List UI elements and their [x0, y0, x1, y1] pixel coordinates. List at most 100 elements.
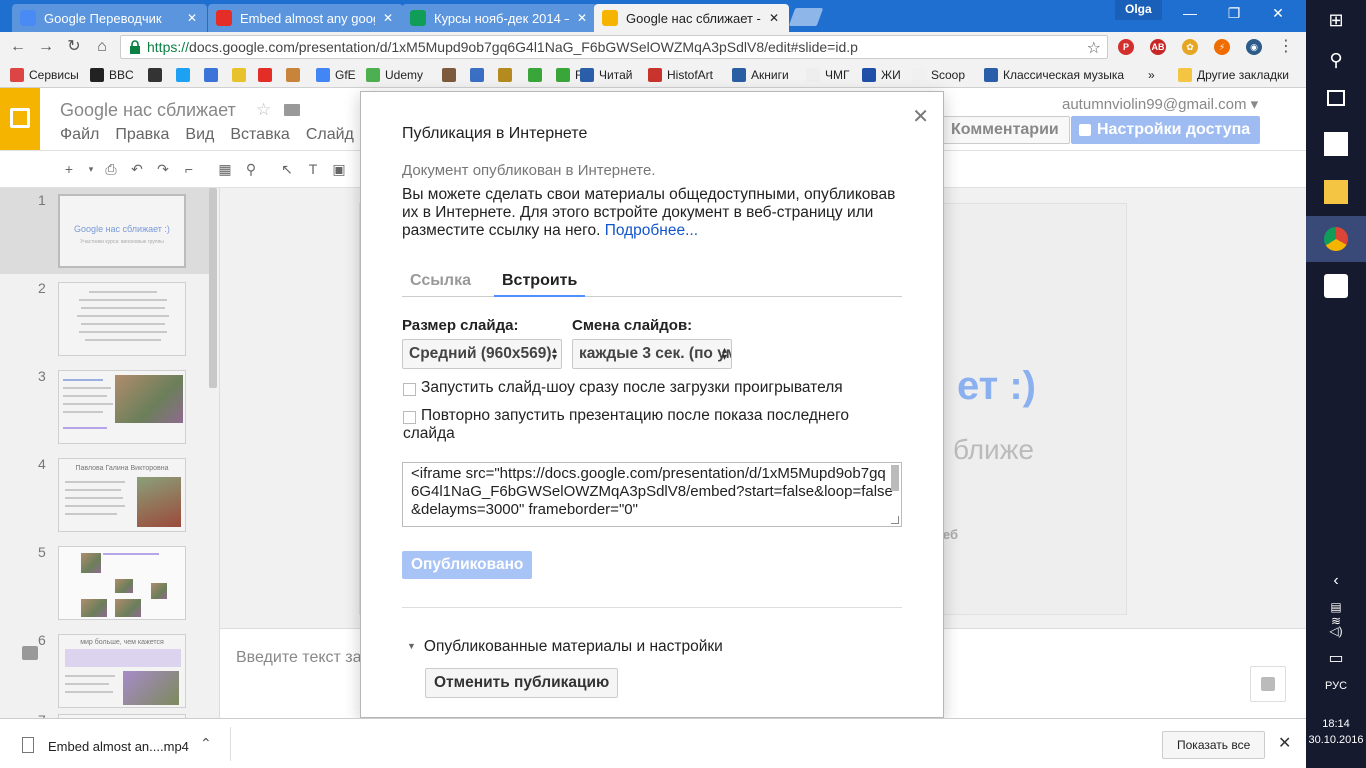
bookmark-item[interactable]: [442, 67, 461, 83]
maximize-icon[interactable]: ❐: [1222, 4, 1246, 22]
print-icon[interactable]: ⎙: [102, 160, 120, 178]
network-icon[interactable]: ▤ ≋: [1324, 600, 1348, 628]
published-settings-toggle[interactable]: ▼ Опубликованные материалы и настройки: [407, 638, 723, 656]
clock[interactable]: 18:14 30.10.2016: [1306, 716, 1366, 748]
embed-code-textarea[interactable]: <iframe src="https://docs.google.com/pre…: [402, 462, 902, 527]
undo-icon[interactable]: ↶: [128, 160, 146, 178]
bookmark-item[interactable]: Классическая музыка: [984, 67, 1124, 83]
learn-more-link[interactable]: Подробнее...: [605, 222, 698, 239]
language-indicator[interactable]: РУС: [1306, 680, 1366, 692]
slide-thumb-row[interactable]: 6 мир больше, чем кажется: [0, 628, 210, 714]
star-icon[interactable]: ☆: [256, 100, 271, 120]
explore-button[interactable]: [1250, 666, 1286, 702]
folder-icon[interactable]: [1324, 180, 1348, 204]
eye-icon[interactable]: ◉: [1246, 39, 1262, 55]
extension-icon[interactable]: ✿: [1182, 39, 1198, 55]
bookmarks-overflow-button[interactable]: »: [1148, 67, 1155, 83]
tab-embed[interactable]: Встроить: [494, 272, 586, 297]
slide-thumb-row[interactable]: 2: [0, 276, 210, 362]
volume-icon[interactable]: ◁): [1324, 624, 1348, 648]
slide-change-select[interactable]: каждые 3 сек. (по умолчанию) ▴▾: [572, 339, 732, 369]
address-bar[interactable]: https://docs.google.com/presentation/d/1…: [120, 35, 1108, 59]
menu-insert[interactable]: Вставка: [230, 126, 289, 144]
slide-small-text[interactable]: еб: [943, 527, 958, 542]
adblock-icon[interactable]: AB: [1150, 39, 1166, 55]
document-title[interactable]: Google нас сближает: [60, 100, 236, 121]
bookmark-star-icon[interactable]: ☆: [1087, 38, 1101, 58]
app-icon[interactable]: [1324, 274, 1348, 298]
bookmark-item[interactable]: Акниги: [732, 67, 789, 83]
textarea-scrollbar[interactable]: [891, 465, 899, 491]
task-view-icon[interactable]: [1327, 90, 1345, 106]
tab-slides[interactable]: Google нас сближает - G ✕: [594, 4, 789, 32]
bookmark-item[interactable]: GfE: [316, 67, 356, 83]
bookmark-item[interactable]: HistofArt: [648, 67, 713, 83]
bookmark-item[interactable]: [528, 67, 547, 83]
reload-icon[interactable]: ↻: [64, 37, 84, 57]
close-window-icon[interactable]: ✕: [1266, 4, 1290, 22]
taskbar-chrome[interactable]: [1306, 216, 1366, 262]
close-icon[interactable]: ✕: [185, 11, 199, 25]
bookmark-item[interactable]: [286, 67, 305, 83]
menu-edit[interactable]: Правка: [115, 126, 169, 144]
bookmark-item[interactable]: [258, 67, 277, 83]
filmstrip-scrollbar[interactable]: [209, 188, 217, 388]
menu-icon[interactable]: ⋮: [1276, 37, 1296, 57]
bookmark-item[interactable]: [204, 67, 223, 83]
forward-icon[interactable]: →: [36, 37, 56, 57]
profile-button[interactable]: Olga: [1115, 0, 1162, 20]
redo-icon[interactable]: ↷: [154, 160, 172, 178]
tab-link[interactable]: Ссылка: [410, 272, 471, 290]
bookmark-item[interactable]: Читай: [580, 67, 632, 83]
fit-icon[interactable]: ▦: [216, 160, 234, 178]
slide-thumbnail[interactable]: [58, 546, 186, 620]
bookmark-item[interactable]: [232, 67, 251, 83]
bookmark-item[interactable]: [148, 67, 167, 83]
home-icon[interactable]: ⌂: [92, 37, 112, 57]
slide-thumbnail[interactable]: [58, 282, 186, 356]
slide-thumbnail[interactable]: мир больше, чем кажется: [58, 634, 186, 708]
paint-format-icon[interactable]: ⌐: [180, 160, 198, 178]
published-button[interactable]: Опубликовано: [402, 551, 533, 579]
dock-icon[interactable]: [22, 646, 38, 660]
slide-size-select[interactable]: Средний (960x569) ▴ ▾: [402, 339, 562, 369]
slide-thumb-row[interactable]: 5: [0, 540, 210, 626]
minimize-icon[interactable]: —: [1178, 4, 1202, 22]
other-bookmarks[interactable]: Другие закладки: [1178, 67, 1289, 83]
account-email[interactable]: autumnviolin99@gmail.com ▾: [1062, 95, 1258, 113]
new-slide-icon[interactable]: +: [60, 160, 78, 178]
slide-thumb-row[interactable]: 1 Google нас сближает :) Участники курса…: [0, 188, 210, 274]
close-icon[interactable]: ✕: [1278, 733, 1291, 753]
menu-view[interactable]: Вид: [185, 126, 214, 144]
textbox-icon[interactable]: T: [304, 160, 322, 178]
new-tab-button[interactable]: [788, 8, 824, 26]
search-icon[interactable]: ⚲: [1324, 50, 1348, 74]
chevron-left-icon[interactable]: ‹: [1324, 572, 1348, 596]
tab-translate[interactable]: Google Переводчик ✕: [12, 4, 207, 32]
share-button[interactable]: Настройки доступа: [1071, 116, 1261, 144]
tab-youtube[interactable]: Embed almost any goog ✕: [208, 4, 403, 32]
extension-icon[interactable]: ⚡: [1214, 39, 1230, 55]
tab-drive[interactable]: Курсы нояб-дек 2014 – ✕: [402, 4, 597, 32]
download-item[interactable]: Embed almost an....mp4: [48, 739, 189, 754]
slide-thumbnail[interactable]: Google нас сближает :) Участники курса: …: [58, 194, 186, 268]
windows-start-icon[interactable]: ⊞: [1324, 10, 1348, 34]
slide-thumb-row[interactable]: 4 Павлова Галина Викторовна: [0, 452, 210, 538]
bookmark-item[interactable]: Сервисы: [10, 67, 79, 83]
slide-subtitle[interactable]: ближе: [953, 434, 1034, 466]
slide-title[interactable]: ет :): [957, 364, 1036, 409]
chevron-down-icon[interactable]: ▾: [82, 160, 100, 178]
slide-thumb-row[interactable]: 7: [0, 708, 210, 718]
store-icon[interactable]: [1324, 132, 1348, 156]
chevron-up-icon[interactable]: ⌃: [200, 735, 212, 752]
slide-thumb-row[interactable]: 3: [0, 364, 210, 450]
menu-file[interactable]: Файл: [60, 126, 99, 144]
bookmark-item[interactable]: Udemy: [366, 67, 423, 83]
bookmark-item[interactable]: [498, 67, 517, 83]
show-all-button[interactable]: Показать все: [1162, 731, 1266, 759]
autostart-checkbox[interactable]: [403, 383, 416, 396]
menu-slide[interactable]: Слайд: [306, 126, 354, 144]
unpublish-button[interactable]: Отменить публикацию: [425, 668, 619, 698]
pinterest-icon[interactable]: P: [1118, 39, 1134, 55]
bookmark-item[interactable]: Scoop: [912, 67, 965, 83]
